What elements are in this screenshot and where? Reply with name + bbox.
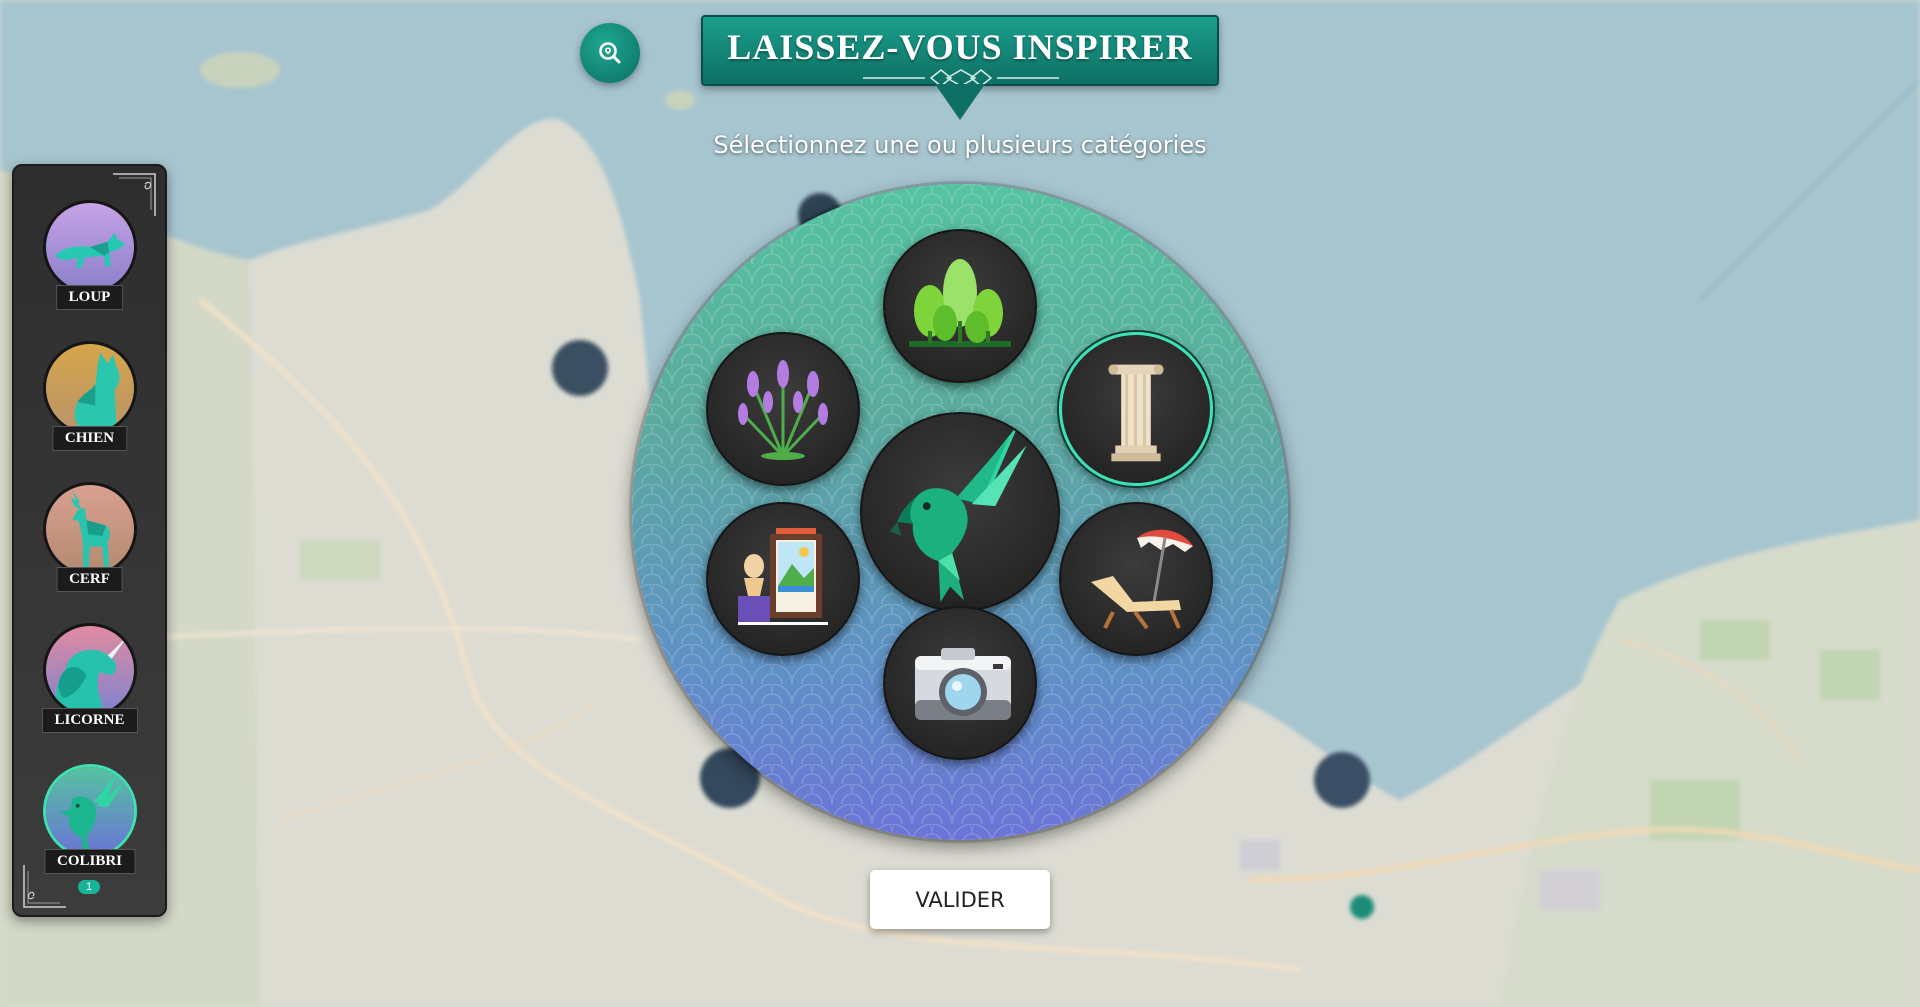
beach-chair-icon <box>1091 529 1193 630</box>
title-arrow <box>935 84 985 120</box>
subtitle: Sélectionnez une ou plusieurs catégories <box>713 131 1207 159</box>
avatar-chien[interactable]: CHIEN <box>14 341 165 471</box>
camera-icon <box>915 648 1011 720</box>
avatar-image <box>43 482 137 576</box>
category-lavender[interactable] <box>706 332 860 486</box>
validate-button[interactable]: VALIDER <box>870 870 1050 929</box>
avatar-image <box>43 341 137 435</box>
title-banner: LAISSEZ-VOUS INSPIRER <box>701 15 1219 87</box>
category-wheel <box>632 184 1288 840</box>
column-icon <box>1108 364 1164 462</box>
search-location-button[interactable] <box>580 23 640 83</box>
avatar-label: LOUP <box>55 285 124 310</box>
avatar-colibri[interactable]: COLIBRI 1 <box>14 764 165 894</box>
category-forest[interactable] <box>883 229 1037 383</box>
avatar-label: CERF <box>56 567 123 592</box>
wolf-icon <box>46 203 134 291</box>
character-sidebar: LOUP CHIEN CERF LICORNE COLIBRI 1 <box>12 164 167 917</box>
avatar-loup[interactable]: LOUP <box>14 200 165 330</box>
category-photo[interactable] <box>883 606 1037 760</box>
avatar-image <box>43 764 137 858</box>
hummingbird-icon <box>46 767 134 855</box>
dog-icon <box>46 344 134 432</box>
selection-count-badge: 1 <box>78 880 100 894</box>
unicorn-icon <box>46 626 134 714</box>
avatar-licorne[interactable]: LICORNE <box>14 623 165 753</box>
avatar-image <box>43 200 137 294</box>
category-beach[interactable] <box>1059 502 1213 656</box>
avatar-image <box>43 623 137 717</box>
avatar-label: COLIBRI <box>43 849 136 874</box>
avatar-label: CHIEN <box>51 426 128 451</box>
museum-art-icon <box>738 528 828 625</box>
category-museum[interactable] <box>706 502 860 656</box>
search-location-icon <box>599 42 621 64</box>
avatar-label: LICORNE <box>41 708 138 733</box>
avatar-cerf[interactable]: CERF <box>14 482 165 612</box>
category-monument[interactable] <box>1059 332 1213 486</box>
deer-icon <box>46 485 134 573</box>
lavender-icon <box>738 360 828 460</box>
forest-icon <box>909 259 1011 347</box>
page-title: LAISSEZ-VOUS INSPIRER <box>727 27 1193 67</box>
parrot-icon <box>889 423 1027 603</box>
center-category-parrot[interactable] <box>860 412 1060 612</box>
